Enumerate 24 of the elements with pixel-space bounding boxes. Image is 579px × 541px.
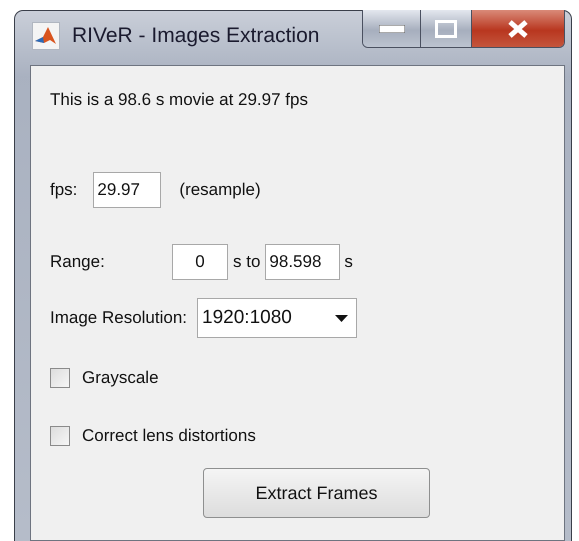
fps-input[interactable]: 29.97: [93, 172, 162, 208]
close-icon: [507, 18, 529, 38]
maximize-icon: [435, 20, 457, 38]
movie-info-text: This is a 98.6 s movie at 29.97 fps: [50, 90, 309, 110]
fps-label: fps:: [50, 180, 78, 200]
resample-text: (resample): [179, 180, 261, 200]
minimize-button[interactable]: [363, 10, 421, 47]
checkbox-label: Correct lens distortions: [82, 426, 256, 446]
caret-icon: [335, 314, 348, 322]
close-button[interactable]: [472, 10, 564, 47]
checkbox[interactable]: [50, 426, 70, 446]
range-start-input[interactable]: 0: [172, 244, 228, 280]
window-title: RIVeR - Images Extraction: [72, 24, 320, 48]
minimize-icon: [378, 24, 404, 32]
checkbox[interactable]: [50, 368, 70, 388]
extract-frames-button[interactable]: Extract Frames: [203, 468, 430, 518]
range-to-text: s to: [233, 252, 260, 272]
seconds-unit-text: s: [344, 252, 353, 272]
resolution-label: Image Resolution:: [50, 308, 188, 328]
range-end-input[interactable]: 98.598: [265, 244, 340, 280]
checkbox-label: Grayscale: [82, 368, 159, 388]
resolution-dropdown[interactable]: 1920:1080: [197, 298, 358, 338]
app-logo-icon: [32, 22, 60, 50]
range-label: Range:: [50, 252, 106, 272]
